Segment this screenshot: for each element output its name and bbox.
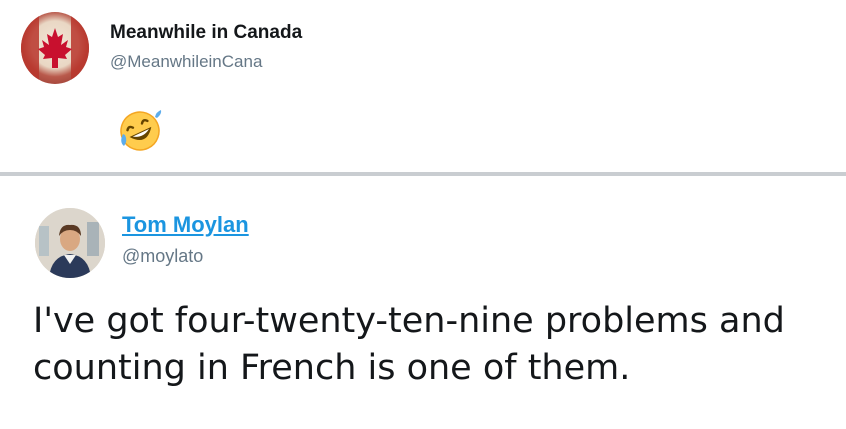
canadian-flag-avatar[interactable] xyxy=(21,12,89,84)
profile-photo-avatar[interactable] xyxy=(35,208,105,278)
user-handle[interactable]: @moylato xyxy=(122,246,203,267)
tweet-divider xyxy=(0,172,846,176)
reply-tweet: Meanwhile in Canada @MeanwhileinCana xyxy=(0,0,846,172)
user-handle[interactable]: @MeanwhileinCana xyxy=(110,52,262,72)
tweet-text: I've got four-twenty-ten-nine problems a… xyxy=(33,298,833,392)
person-avatar-icon xyxy=(35,208,105,278)
maple-leaf-flag-icon xyxy=(21,12,89,84)
tweet-text-line: I've got four-twenty-ten-nine problems a… xyxy=(33,301,785,341)
display-name[interactable]: Meanwhile in Canada xyxy=(110,22,302,44)
quoted-tweet: Tom Moylan @moylato I've got four-twenty… xyxy=(0,180,846,429)
display-name-link[interactable]: Tom Moylan xyxy=(122,212,249,238)
rolling-on-floor-laughing-emoji-icon xyxy=(117,108,163,154)
tweet-text-line: counting in French is one of them. xyxy=(33,348,631,388)
